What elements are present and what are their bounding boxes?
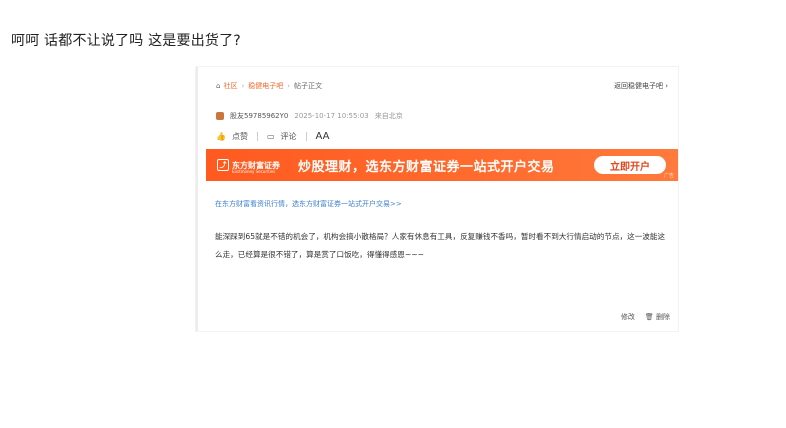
ad-banner[interactable]: ⤴ 东方财富证券 Eastmoney Securities 炒股理财，选东方财富… <box>206 149 678 181</box>
like-button[interactable]: 点赞 <box>232 131 248 142</box>
brand-mark-icon: ⤴ <box>217 159 229 171</box>
thumbs-up-icon[interactable]: 👍 <box>216 132 226 141</box>
open-account-button[interactable]: 立即开户 <box>594 156 666 174</box>
delete-label: 删除 <box>656 313 670 321</box>
chevron-right-icon: › <box>287 82 291 90</box>
breadcrumb-home[interactable]: 社区 <box>223 81 237 91</box>
delete-button[interactable]: 🗑 删除 <box>645 312 670 322</box>
banner-slogan: 炒股理财，选东方财富证券一站式开户交易 <box>298 160 555 175</box>
post-text: 呵呵 话都不让说了吗 这是要出货了? <box>11 33 241 49</box>
back-link-label: 返回稳健电子吧 <box>613 82 663 90</box>
chevron-right-icon: › <box>241 82 245 90</box>
post-actions: 👍 点赞 ▭ 评论 AA <box>216 131 330 142</box>
divider <box>305 132 307 141</box>
embedded-screenshot: ⌂ 社区 › 稳健电子吧 › 帖子正文 返回稳健电子吧 › 股友59785962… <box>196 67 678 331</box>
brand-logo: ⤴ 东方财富证券 Eastmoney Securities <box>212 156 285 174</box>
comment-icon[interactable]: ▭ <box>267 132 275 141</box>
trash-icon: 🗑 <box>644 313 654 321</box>
post-ops: 修改 🗑 删除 <box>621 312 670 322</box>
back-to-forum-link[interactable]: 返回稳健电子吧 › <box>614 81 668 91</box>
breadcrumb-forum[interactable]: 稳健电子吧 <box>248 81 283 91</box>
edit-button[interactable]: 修改 <box>621 312 635 322</box>
post-location: 来自北京 <box>374 112 403 120</box>
avatar[interactable] <box>216 112 224 120</box>
promo-link[interactable]: 在东方财富看资讯行情，选东方财富证券一站式开户交易>> <box>215 199 402 209</box>
brand-sub: Eastmoney Securities <box>232 169 276 174</box>
breadcrumb-current: 帖子正文 <box>294 82 323 90</box>
author-row: 股友59785962Y0 2025-10-17 10:55:03 来自北京 <box>216 111 403 121</box>
font-size-toggle[interactable]: AA <box>316 131 330 142</box>
comment-button[interactable]: 评论 <box>281 131 297 142</box>
author-name[interactable]: 股友59785962Y0 <box>230 111 288 121</box>
chevron-right-icon: › <box>665 82 668 90</box>
post-timestamp: 2025-10-17 10:55:03 <box>294 112 369 120</box>
breadcrumb: ⌂ 社区 › 稳健电子吧 › 帖子正文 <box>216 81 322 91</box>
home-icon: ⌂ <box>216 82 221 90</box>
ad-tag: 广告 <box>663 173 674 179</box>
divider <box>256 132 258 141</box>
post-body: 能深踩到65就是不错的机会了，机构会搞小散格局？人家有休息有工具，反复赚钱不香吗… <box>215 232 666 259</box>
